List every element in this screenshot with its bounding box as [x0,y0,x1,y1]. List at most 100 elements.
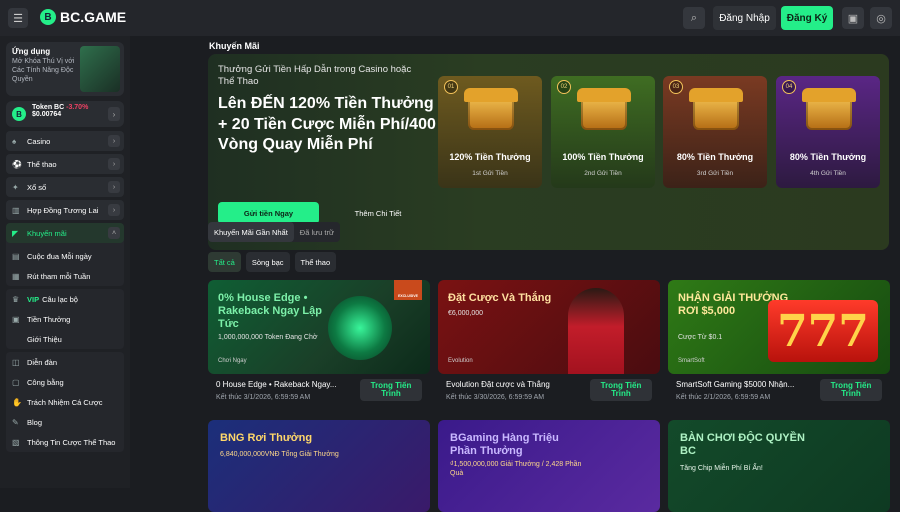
promo-card-date: Kết thúc 3/1/2026, 6:59:59 AM [216,394,311,401]
hero-banner: Thưởng Gửi Tiền Hấp Dẫn trong Casino hoặ… [208,54,889,250]
logo-text: BC.GAME [60,9,127,25]
hand-icon: ✋ [12,397,22,407]
token-change: -3.70% [66,104,89,111]
sidebar-item-futures[interactable]: ▥ Hợp Đồng Tương Lai › [6,200,124,220]
promo-card-image-foot: SmartSoft [678,358,705,364]
megaphone-icon: ◤ [12,228,19,238]
sidebar-item-casino[interactable]: ♠ Casino › [6,131,124,151]
promo-card-image-title: BNG Rơi Thưởng [220,432,313,444]
sidebar-item-responsible-gambling[interactable]: ✋ Trách Nhiệm Cá Cược [6,392,124,412]
logo[interactable]: B BC.GAME [40,9,126,25]
tier-amount: 120% Tiền Thưởng [449,152,531,162]
filter-sports[interactable]: Thể thao [294,252,337,272]
promo-card-image-sub: 1,000,000,000 Token Đang Chờ [218,334,318,341]
chevron-up-icon[interactable]: ˄ [108,227,120,239]
filter-casino[interactable]: Sòng bạc [245,252,290,272]
promo-card-bng[interactable]: BNG Rơi Thưởng 6,840,000,000VNĐ Tổng Giả… [208,420,430,512]
menu-icon[interactable]: ☰ [8,8,28,28]
sidebar-item-label: Giới Thiệu [27,334,62,344]
tier-amount: 80% Tiền Thưởng [789,152,867,162]
sidebar-item-weekly-raffle[interactable]: ▦ Rút tham mỗi Tuần [6,266,124,286]
deposit-tier-3[interactable]: 03 80% Tiền Thưởng 3rd Gửi Tiền [663,76,767,188]
slot-777-icon: 777 [768,300,878,362]
promo-card[interactable]: 0% House Edge • Rakeback Ngay Lập Tức 1,… [208,280,430,418]
signup-button[interactable]: Đăng Ký [781,6,833,30]
in-progress-button[interactable]: Trong Tiến Trình [590,379,652,401]
promo-card[interactable]: Đặt Cược Và Thắng €6,000,000 Evolution E… [438,280,660,418]
sidebar-item-promotions[interactable]: ◤ Khuyến mãi ˄ [6,223,124,243]
tier-badge: 02 [557,80,571,94]
promo-card-bgaming[interactable]: BGaming Hàng Triệu Phần Thưởng ₫1,500,00… [438,420,660,512]
promo-card-bc-table[interactable]: BÀN CHƠI ĐỘC QUYỀN BC Tăng Chip Miễn Phí… [668,420,890,512]
token-price: $0.00764 [32,111,62,118]
promo-card-image-sub: €6,000,000 [448,310,484,317]
chevron-right-icon[interactable]: › [108,135,120,147]
promo-card-image[interactable]: NHẬN GIẢI THƯỞNG RƠI $5,000 Cược Từ $0.1… [668,280,890,374]
deposit-tier-1[interactable]: 01 120% Tiền Thưởng 1st Gửi Tiền [438,76,542,188]
login-button[interactable]: Đăng Nhập [713,6,776,30]
sidebar-item-label: Thể thao [27,159,57,169]
sidebar-item-vip-club[interactable]: ♛ VIP Câu lạc bộ [6,289,124,309]
main-content: Khuyến Mãi Thưởng Gửi Tiền Hấp Dẫn trong… [200,36,900,512]
wallet-icon[interactable]: ▣ [842,7,864,29]
deposit-tier-4[interactable]: 04 80% Tiền Thưởng 4th Gửi Tiền [776,76,880,188]
sidebar: Ứng dụng Mở Khóa Thú Vị với Các Tính Năn… [0,36,130,488]
phone-image [80,46,120,92]
chevron-right-icon[interactable]: › [108,181,120,193]
in-progress-button[interactable]: Trong Tiến Trình [360,379,422,401]
app-promo-card[interactable]: Ứng dụng Mở Khóa Thú Vị với Các Tính Năn… [6,42,124,96]
promo-card-image[interactable]: Đặt Cược Và Thắng €6,000,000 Evolution [438,280,660,374]
deposit-now-button[interactable]: Gửi tiền Ngay [218,202,319,224]
promo-card-date: Kết thúc 2/1/2026, 6:59:59 AM [676,394,771,401]
tier-label: 3rd Gửi Tiền [696,170,734,177]
sidebar-item-label: Xổ số [27,182,47,192]
sidebar-item-lottery[interactable]: ✦ Xổ số › [6,177,124,197]
sidebar-item-label: Công bằng [27,377,64,387]
in-progress-button[interactable]: Trong Tiến Trình [820,379,882,401]
promo-card-date: Kết thúc 3/30/2026, 6:59:59 AM [446,394,545,401]
search-icon[interactable]: ⌕ [683,7,705,29]
sidebar-item-label: Diễn đàn [27,357,58,367]
promo-card-name: Evolution Đặt cược và Thắng [446,380,550,389]
page-title: Khuyến Mãi [209,41,260,51]
treasure-chest-icon [689,88,743,130]
more-details-link[interactable]: Thêm Chi Tiết [338,202,418,224]
token-bc-card[interactable]: B Token BC -3.70% $0.00764 › [6,101,124,127]
exclusive-badge: EXCLUSIVE [394,280,422,300]
sidebar-item-referral[interactable]: Giới Thiệu [6,329,124,349]
sidebar-item-forum[interactable]: ◫ Diễn đàn [6,352,124,372]
tab-latest[interactable]: Khuyến Mãi Gần Nhất [208,222,294,242]
tier-amount: 80% Tiền Thưởng [676,152,754,162]
sidebar-nav: ♠ Casino › ⚽ Thể thao › ✦ Xổ số › ▥ Hợp … [6,131,124,452]
sidebar-item-sports[interactable]: ⚽ Thể thao › [6,154,124,174]
sidebar-item-label: Tiền Thưởng [27,314,71,324]
promo-card-name: 0 House Edge • Rakeback Ngay... [216,380,337,389]
promo-card-image[interactable]: 0% House Edge • Rakeback Ngay Lập Tức 1,… [208,280,430,374]
chevron-right-icon[interactable]: › [108,204,120,216]
promo-card[interactable]: NHẬN GIẢI THƯỞNG RƠI $5,000 Cược Từ $0.1… [668,280,890,418]
promo-card-name: SmartSoft Gaming $5000 Nhận... [676,380,795,389]
deposit-tier-2[interactable]: 02 100% Tiền Thưởng 2nd Gửi Tiền [551,76,655,188]
gift-icon: ▣ [12,314,20,324]
globe-icon[interactable]: ◎ [870,7,892,29]
sidebar-item-sports-info[interactable]: ▧ Thông Tin Cược Thể Thao [6,432,124,452]
category-filters: Tất cả Sòng bạc Thể thao [208,252,337,272]
vip-icon: ♛ [12,294,20,304]
treasure-chest-icon [577,88,631,130]
blog-icon: ✎ [12,417,19,427]
sidebar-item-fairness[interactable]: ▢ Công bằng [6,372,124,392]
chart-icon: ▥ [12,205,20,215]
shield-icon: ▢ [12,377,20,387]
tab-archived[interactable]: Đã lưu trữ [294,222,340,242]
sidebar-item-bonus[interactable]: ▣ Tiền Thưởng [6,309,124,329]
promo-card-image-sub: Tăng Chip Miễn Phí Bí Ẩn! [680,465,763,472]
promo-card-image-sub: 6,840,000,000VNĐ Tổng Giải Thưởng [220,451,339,458]
sidebar-item-blog[interactable]: ✎ Blog [6,412,124,432]
vip-group: ♛ VIP Câu lạc bộ ▣ Tiền Thưởng Giới Thiệ… [6,289,124,349]
chevron-right-icon[interactable]: › [108,107,120,121]
filter-all[interactable]: Tất cả [208,252,241,272]
lottery-icon: ✦ [12,182,19,192]
chevron-right-icon[interactable]: › [108,158,120,170]
sidebar-item-daily-race[interactable]: ▤ Cuộc đua Mỗi ngày [6,246,124,266]
tier-label: 1st Gửi Tiền [472,170,508,177]
